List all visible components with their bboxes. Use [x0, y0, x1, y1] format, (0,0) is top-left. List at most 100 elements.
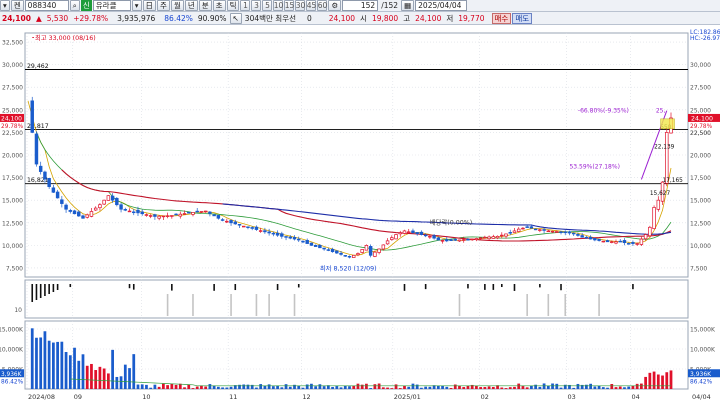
period-minute-button[interactable]: 분	[198, 0, 212, 11]
volume-bar	[559, 387, 563, 389]
volume-bar	[305, 384, 309, 389]
osc-bar	[31, 284, 34, 302]
volume-bar	[60, 341, 64, 389]
candle-body	[123, 209, 128, 211]
price-right-tick-label: 15,000	[690, 198, 711, 205]
volume-bar	[259, 384, 263, 389]
volume-bar	[81, 354, 85, 389]
osc-bar	[276, 284, 279, 290]
candle-body	[284, 236, 288, 238]
candle-body	[440, 240, 445, 242]
volume-rate-left: 86.42%	[1, 379, 24, 385]
chart-annotation: 배당락(0.00%)	[430, 218, 472, 227]
volume-bar	[398, 388, 402, 389]
period-month-button[interactable]: 월	[170, 0, 184, 11]
stock-name-dropdown-icon[interactable]: ▾	[131, 0, 142, 11]
count-input[interactable]: 152	[342, 0, 379, 11]
volume-bar	[381, 387, 385, 389]
volume-bar	[339, 387, 343, 389]
candle-body	[229, 220, 233, 224]
candle-body	[199, 211, 204, 213]
candle-body	[550, 230, 555, 233]
volume-bar	[386, 387, 389, 389]
candle-body	[457, 239, 462, 242]
interval-30-button[interactable]: 30	[295, 0, 306, 11]
sise-price: 24,100	[328, 13, 356, 23]
current-volume-label: 3,936K	[690, 371, 712, 378]
volume-bar	[153, 384, 157, 389]
chart-annotation: 최고 33,000 (08/16)	[35, 33, 96, 42]
interval-15-button[interactable]: 15	[284, 0, 295, 11]
x-axis-label: 04/04	[692, 393, 711, 401]
buy-button[interactable]: 매수	[491, 12, 512, 24]
toolbar-menu-button[interactable]: ▾	[0, 0, 10, 11]
candle-body	[318, 244, 322, 249]
candle-body	[491, 236, 496, 239]
period-week-button[interactable]: 주	[157, 0, 170, 11]
cursor-pointer-icon[interactable]: ↖	[229, 12, 242, 24]
candle-body	[525, 226, 529, 228]
price-right-tick-label: 10,000	[690, 243, 711, 250]
candle-body	[115, 197, 119, 206]
candle-body	[60, 199, 64, 204]
candle-body	[470, 238, 474, 241]
volume-bar	[500, 387, 504, 389]
price-tick-label: 17,500	[2, 175, 23, 182]
interval-10-button[interactable]: 10	[273, 0, 284, 11]
candle-body	[330, 248, 335, 253]
candle-body	[542, 229, 546, 231]
price-change-rate: +29.78%	[73, 13, 109, 23]
period-day-button[interactable]: 日	[142, 0, 157, 11]
stock-chart[interactable]: 29,46222,81716,821 32,50030,00027,50025,…	[0, 25, 720, 404]
interval-60-button[interactable]: 60	[317, 0, 328, 11]
calendar-icon[interactable]: ▦	[401, 0, 415, 11]
candle-body	[258, 230, 263, 232]
volume-bar	[195, 386, 199, 389]
price-tick-label: 12,500	[2, 220, 23, 227]
candle-body	[271, 232, 276, 235]
candle-body	[504, 233, 508, 237]
low-price: 19,770	[458, 13, 485, 23]
candle-body	[339, 252, 343, 255]
volume-bar	[174, 384, 178, 389]
price-right-tick-label: 7,500	[690, 265, 707, 272]
volume-bar	[246, 384, 250, 389]
candle-body	[301, 240, 305, 243]
candle-body	[428, 235, 432, 238]
sell-button[interactable]: 매도	[512, 12, 533, 24]
interval-3-button[interactable]: 3	[251, 0, 262, 11]
candle-body	[593, 238, 597, 241]
code-mode-label[interactable]: 켄	[10, 0, 24, 11]
stock-code-input[interactable]: 088340	[24, 0, 69, 11]
volume-bar	[263, 385, 267, 389]
volume-ratio: 86.42%	[164, 13, 193, 23]
interval-1-button[interactable]: 1	[240, 0, 251, 11]
candle-body	[516, 228, 521, 232]
volume-bar	[191, 388, 195, 389]
period-year-button[interactable]: 년	[184, 0, 198, 11]
candle-body	[559, 231, 563, 233]
candle-body	[652, 207, 656, 229]
search-icon[interactable]: ⌕	[69, 0, 80, 11]
period-tick-button[interactable]: 틱	[226, 0, 240, 11]
volume-bar	[136, 384, 140, 389]
volume-bar	[390, 388, 394, 389]
volume-bar	[563, 384, 567, 389]
quote-bar: 24,100 ▲ 5,530 +29.78% 3,935,976 86.42% …	[0, 12, 720, 25]
interval-5-button[interactable]: 5	[262, 0, 273, 11]
price-tick-label: 22,500	[2, 130, 23, 137]
x-axis-label: 2025/01	[394, 393, 421, 401]
candle-body	[343, 255, 347, 257]
settings-icon[interactable]: ⚙	[328, 0, 342, 11]
x-axis-label: 11	[229, 393, 237, 401]
candle-body	[77, 211, 81, 217]
volume-bar	[546, 385, 550, 389]
interval-45-button[interactable]: 45	[306, 0, 317, 11]
volume-bar	[115, 376, 119, 389]
date-input[interactable]: 2025/04/04	[415, 0, 468, 11]
stock-name[interactable]: 유라클	[92, 0, 131, 11]
x-axis-label: 04	[632, 393, 640, 401]
volume-bar	[479, 387, 483, 389]
candle-body	[102, 199, 106, 205]
period-second-button[interactable]: 초	[212, 0, 226, 11]
